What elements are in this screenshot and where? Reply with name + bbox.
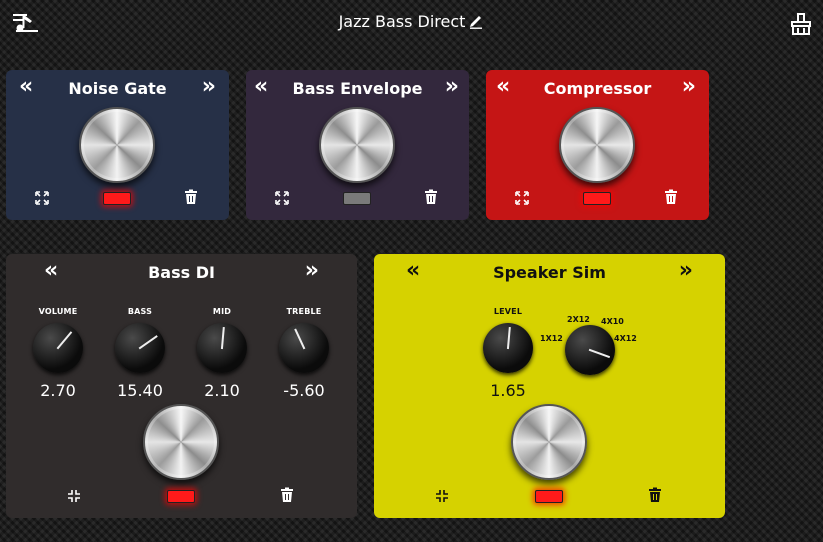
main-knob[interactable]: [511, 404, 587, 480]
expand-icon[interactable]: [274, 190, 290, 206]
collapse-icon[interactable]: [434, 488, 450, 504]
knob-label: BASS: [127, 307, 153, 316]
next-effect-button[interactable]: »: [202, 76, 216, 98]
page-title[interactable]: Jazz Bass Direct: [0, 12, 823, 31]
volume-control: VOLUME 2.70: [23, 307, 93, 400]
expand-icon[interactable]: [514, 190, 530, 206]
enable-toggle[interactable]: [167, 490, 195, 503]
compressor-panel: « Compressor »: [486, 70, 709, 220]
delete-icon[interactable]: [663, 189, 679, 205]
expand-icon[interactable]: [34, 190, 50, 206]
knob-value: -5.60: [283, 381, 325, 400]
collapse-icon[interactable]: [66, 488, 82, 504]
enable-toggle[interactable]: [103, 192, 131, 205]
cabinet-option-4x12[interactable]: 4X12: [614, 334, 637, 343]
treble-knob[interactable]: [279, 323, 329, 373]
next-effect-button[interactable]: »: [305, 260, 319, 282]
top-bar: Jazz Bass Direct: [0, 0, 823, 46]
main-knob[interactable]: [319, 107, 395, 183]
effect-title: Speaker Sim: [493, 263, 606, 282]
mid-control: MID 2.10: [187, 307, 257, 400]
next-effect-button[interactable]: »: [679, 260, 693, 282]
knob-value: 2.10: [204, 381, 240, 400]
bass-di-panel: « Bass DI » VOLUME 2.70 BASS 15.40 MID 2…: [6, 254, 357, 518]
speaker-sim-panel: « Speaker Sim » LEVEL 1.65 1X12 2X12 4X1…: [374, 254, 725, 518]
noise-gate-panel: « Noise Gate »: [6, 70, 229, 220]
enable-toggle[interactable]: [583, 192, 611, 205]
delete-icon[interactable]: [647, 487, 663, 503]
next-effect-button[interactable]: »: [445, 76, 459, 98]
effect-title: Compressor: [543, 79, 652, 98]
delete-icon[interactable]: [423, 189, 439, 205]
settings-icon[interactable]: [790, 12, 812, 36]
delete-icon[interactable]: [279, 487, 295, 503]
volume-knob[interactable]: [33, 323, 83, 373]
enable-toggle[interactable]: [343, 192, 371, 205]
cabinet-option-2x12[interactable]: 2X12: [567, 315, 590, 324]
cabinet-option-1x12[interactable]: 1X12: [540, 334, 563, 343]
bass-knob[interactable]: [115, 323, 165, 373]
knob-label: TREBLE: [286, 307, 322, 316]
level-knob[interactable]: [483, 323, 533, 373]
bass-control: BASS 15.40: [105, 307, 175, 400]
level-control: LEVEL 1.65: [473, 307, 543, 400]
main-knob[interactable]: [79, 107, 155, 183]
next-effect-button[interactable]: »: [682, 76, 696, 98]
effect-title: Noise Gate: [68, 79, 167, 98]
effect-title: Bass Envelope: [292, 79, 423, 98]
main-knob[interactable]: [559, 107, 635, 183]
cabinet-option-4x10[interactable]: 4X10: [601, 317, 624, 326]
bass-envelope-panel: « Bass Envelope »: [246, 70, 469, 220]
knob-label: MID: [212, 307, 232, 316]
knob-value: 15.40: [117, 381, 163, 400]
main-knob[interactable]: [143, 404, 219, 480]
knob-value: 2.70: [40, 381, 76, 400]
knob-value: 1.65: [490, 381, 526, 400]
knob-label: VOLUME: [38, 307, 78, 316]
mid-knob[interactable]: [197, 323, 247, 373]
pencil-icon[interactable]: [468, 13, 484, 29]
cabinet-selector[interactable]: [565, 325, 615, 375]
preset-name: Jazz Bass Direct: [338, 12, 466, 31]
knob-label: LEVEL: [493, 307, 523, 316]
enable-toggle[interactable]: [535, 490, 563, 503]
delete-icon[interactable]: [183, 189, 199, 205]
treble-control: TREBLE -5.60: [269, 307, 339, 400]
